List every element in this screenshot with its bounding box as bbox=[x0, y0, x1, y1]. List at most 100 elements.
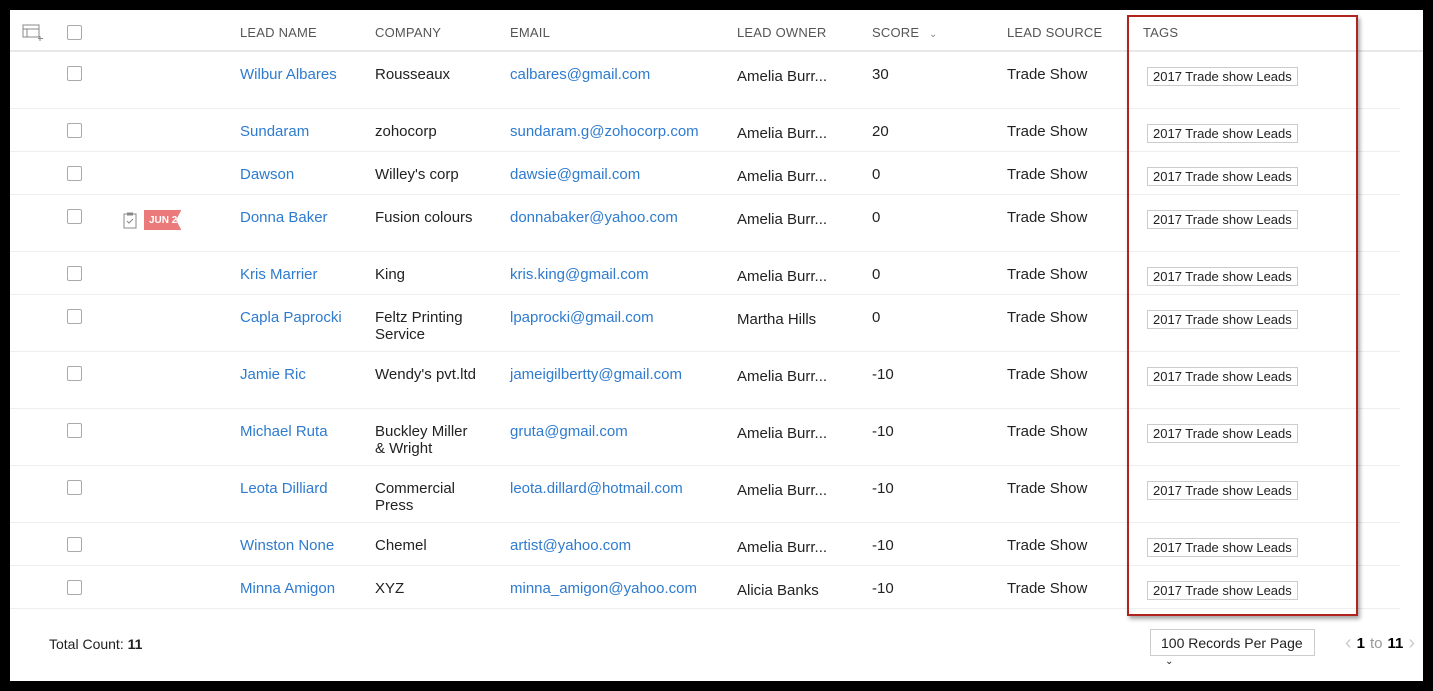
chevron-down-icon: ⌄ bbox=[929, 28, 938, 40]
tag-chip[interactable]: 2017 Trade show Leads bbox=[1147, 124, 1298, 143]
email-link[interactable]: gruta@gmail.com bbox=[500, 409, 727, 440]
chevron-down-icon: ⌄ bbox=[1165, 656, 1174, 667]
header-score[interactable]: SCORE ⌄ bbox=[862, 21, 997, 40]
email-link[interactable]: kris.king@gmail.com bbox=[500, 252, 727, 283]
page-to-word: to bbox=[1370, 635, 1383, 652]
lead-name-link[interactable]: Minna Amigon bbox=[230, 566, 365, 597]
row-checkbox[interactable] bbox=[67, 423, 82, 438]
company: Feltz Printing Service bbox=[375, 309, 463, 343]
company: Wendy's pvt.ltd bbox=[375, 366, 476, 383]
tag-chip[interactable]: 2017 Trade show Leads bbox=[1147, 310, 1298, 329]
table-row[interactable]: Capla Paprocki Feltz Printing Service lp… bbox=[10, 295, 1400, 352]
table-row[interactable]: Wilbur Albares Rousseaux calbares@gmail.… bbox=[10, 52, 1400, 109]
lead-source: Trade Show bbox=[1007, 309, 1088, 326]
header-tags[interactable]: TAGS bbox=[1133, 21, 1393, 40]
lead-name-link[interactable]: Leota Dilliard bbox=[230, 466, 365, 497]
score: 0 bbox=[872, 166, 881, 183]
table-row[interactable]: Dawson Willey's corp dawsie@gmail.com Am… bbox=[10, 152, 1400, 195]
header-lead-name[interactable]: LEAD NAME bbox=[230, 21, 365, 40]
company: King bbox=[375, 266, 406, 283]
due-date-badge: JUN 2 bbox=[144, 210, 182, 230]
tag-chip[interactable]: 2017 Trade show Leads bbox=[1147, 167, 1298, 186]
lead-owner: Amelia Burr... bbox=[737, 68, 828, 85]
column-settings[interactable] bbox=[10, 19, 60, 41]
table-header: LEAD NAME COMPANY EMAIL LEAD OWNER SCORE… bbox=[10, 10, 1423, 52]
table-footer: Total Count: 11 100 Records Per Page ⌄ ‹… bbox=[10, 629, 1423, 672]
lead-name-link[interactable]: Michael Ruta bbox=[230, 409, 365, 440]
row-checkbox[interactable] bbox=[67, 166, 82, 181]
lead-name-link[interactable]: Dawson bbox=[230, 152, 365, 183]
email-link[interactable]: dawsie@gmail.com bbox=[500, 152, 727, 183]
prev-page-icon[interactable]: ‹ bbox=[1345, 632, 1352, 655]
row-checkbox[interactable] bbox=[67, 366, 82, 381]
header-lead-owner[interactable]: LEAD OWNER bbox=[727, 21, 862, 40]
row-checkbox[interactable] bbox=[67, 309, 82, 324]
tag-chip[interactable]: 2017 Trade show Leads bbox=[1147, 538, 1298, 557]
table-row[interactable]: Jamie Ric Wendy's pvt.ltd jameigilbertty… bbox=[10, 352, 1400, 409]
lead-name-link[interactable]: Capla Paprocki bbox=[230, 295, 365, 326]
score: 0 bbox=[872, 309, 881, 326]
table-row[interactable]: Minna Amigon XYZ minna_amigon@yahoo.com … bbox=[10, 566, 1400, 609]
lead-owner: Amelia Burr... bbox=[737, 211, 828, 228]
tag-chip[interactable]: 2017 Trade show Leads bbox=[1147, 581, 1298, 600]
table-row[interactable]: Kris Marrier King kris.king@gmail.com Am… bbox=[10, 252, 1400, 295]
lead-name-link[interactable]: Donna Baker bbox=[230, 195, 365, 226]
header-company[interactable]: COMPANY bbox=[365, 21, 500, 40]
company: Chemel bbox=[375, 537, 427, 554]
table-row[interactable]: JUN 2 Donna Baker Fusion colours donnaba… bbox=[10, 195, 1400, 252]
lead-name-link[interactable]: Sundaram bbox=[230, 109, 365, 140]
lead-name-link[interactable]: Wilbur Albares bbox=[230, 52, 365, 83]
leads-list-view: LEAD NAME COMPANY EMAIL LEAD OWNER SCORE… bbox=[10, 10, 1423, 681]
table-row[interactable]: Sundaram zohocorp sundaram.g@zohocorp.co… bbox=[10, 109, 1400, 152]
row-checkbox[interactable] bbox=[67, 66, 82, 81]
table-row[interactable]: Michael Ruta Buckley Miller & Wright gru… bbox=[10, 409, 1400, 466]
lead-owner: Amelia Burr... bbox=[737, 368, 828, 385]
email-link[interactable]: jameigilbertty@gmail.com bbox=[500, 352, 727, 383]
lead-name-link[interactable]: Kris Marrier bbox=[230, 252, 365, 283]
manage-columns-icon[interactable] bbox=[22, 23, 44, 41]
email-link[interactable]: calbares@gmail.com bbox=[500, 52, 727, 83]
tag-chip[interactable]: 2017 Trade show Leads bbox=[1147, 367, 1298, 386]
email-link[interactable]: donnabaker@yahoo.com bbox=[500, 195, 727, 226]
pagination: ‹ 1 to 11 › bbox=[1345, 632, 1415, 655]
lead-name-link[interactable]: Jamie Ric bbox=[230, 352, 365, 383]
lead-source: Trade Show bbox=[1007, 366, 1088, 383]
tag-chip[interactable]: 2017 Trade show Leads bbox=[1147, 267, 1298, 286]
table-row[interactable]: Leota Dilliard Commercial Press leota.di… bbox=[10, 466, 1400, 523]
records-per-page-select[interactable]: 100 Records Per Page ⌄ bbox=[1150, 629, 1315, 667]
next-page-icon[interactable]: › bbox=[1408, 632, 1415, 655]
score: -10 bbox=[872, 537, 894, 554]
lead-source: Trade Show bbox=[1007, 209, 1088, 226]
lead-owner: Amelia Burr... bbox=[737, 482, 828, 499]
header-email[interactable]: EMAIL bbox=[500, 21, 727, 40]
email-link[interactable]: lpaprocki@gmail.com bbox=[500, 295, 727, 326]
lead-name-link[interactable]: Winston None bbox=[230, 523, 365, 554]
row-checkbox[interactable] bbox=[67, 480, 82, 495]
total-count-value: 11 bbox=[127, 636, 143, 652]
task-due-flag[interactable]: JUN 2 bbox=[115, 210, 182, 230]
email-link[interactable]: sundaram.g@zohocorp.com bbox=[500, 109, 727, 140]
tag-chip[interactable]: 2017 Trade show Leads bbox=[1147, 481, 1298, 500]
email-link[interactable]: leota.dillard@hotmail.com bbox=[500, 466, 727, 497]
select-all-checkbox[interactable] bbox=[67, 24, 82, 40]
lead-owner: Amelia Burr... bbox=[737, 268, 828, 285]
lead-source: Trade Show bbox=[1007, 423, 1088, 440]
row-checkbox[interactable] bbox=[67, 123, 82, 138]
header-lead-source[interactable]: LEAD SOURCE bbox=[997, 21, 1133, 40]
row-checkbox[interactable] bbox=[67, 537, 82, 552]
tag-chip[interactable]: 2017 Trade show Leads bbox=[1147, 67, 1298, 86]
row-checkbox[interactable] bbox=[67, 266, 82, 281]
lead-owner: Alicia Banks bbox=[737, 582, 819, 599]
email-link[interactable]: artist@yahoo.com bbox=[500, 523, 727, 554]
row-checkbox[interactable] bbox=[67, 209, 82, 224]
table-row[interactable]: Winston None Chemel artist@yahoo.com Ame… bbox=[10, 523, 1400, 566]
tag-chip[interactable]: 2017 Trade show Leads bbox=[1147, 210, 1298, 229]
tag-chip[interactable]: 2017 Trade show Leads bbox=[1147, 424, 1298, 443]
company: Willey's corp bbox=[375, 166, 459, 183]
page-from: 1 bbox=[1356, 635, 1366, 652]
lead-owner: Amelia Burr... bbox=[737, 125, 828, 142]
email-link[interactable]: minna_amigon@yahoo.com bbox=[500, 566, 727, 597]
lead-source: Trade Show bbox=[1007, 537, 1088, 554]
row-checkbox[interactable] bbox=[67, 580, 82, 595]
score: 20 bbox=[872, 123, 889, 140]
